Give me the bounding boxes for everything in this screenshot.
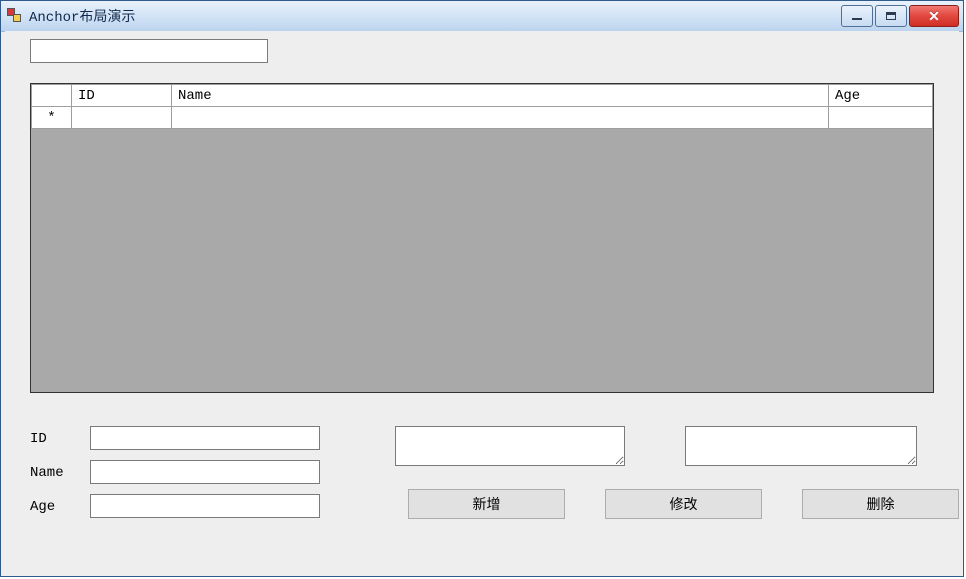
close-button[interactable]: ✕ [909,5,959,27]
extra-textbox-a[interactable] [395,426,625,466]
cell-age[interactable] [829,107,933,129]
app-icon [7,8,23,24]
minimize-button[interactable] [841,5,873,27]
close-icon: ✕ [928,9,940,23]
label-name: Name [30,465,64,481]
column-header-age[interactable]: Age [829,85,933,107]
age-field[interactable] [90,494,320,518]
maximize-icon [886,12,896,20]
grid-new-row[interactable]: * [32,107,933,129]
titlebar: Anchor布局演示 ✕ [1,1,963,32]
maximize-button[interactable] [875,5,907,27]
app-window: Anchor布局演示 ✕ ID Name [0,0,964,577]
data-grid[interactable]: ID Name Age * [30,83,934,393]
client-area: ID Name Age * ID Name Age [5,31,959,572]
extra-textbox-b[interactable] [685,426,917,466]
row-header[interactable]: * [32,107,72,129]
column-header-id[interactable]: ID [72,85,172,107]
label-age: Age [30,499,55,515]
id-field[interactable] [90,426,320,450]
name-field[interactable] [90,460,320,484]
cell-name[interactable] [172,107,829,129]
column-header-name[interactable]: Name [172,85,829,107]
grid-corner[interactable] [32,85,72,107]
minimize-icon [852,18,862,20]
label-id: ID [30,431,47,447]
window-title: Anchor布局演示 [29,6,135,26]
edit-button[interactable]: 修改 [605,489,762,519]
add-button[interactable]: 新增 [408,489,565,519]
search-input[interactable] [30,39,268,63]
delete-button[interactable]: 删除 [802,489,959,519]
cell-id[interactable] [72,107,172,129]
grid-header-row: ID Name Age [32,85,933,107]
